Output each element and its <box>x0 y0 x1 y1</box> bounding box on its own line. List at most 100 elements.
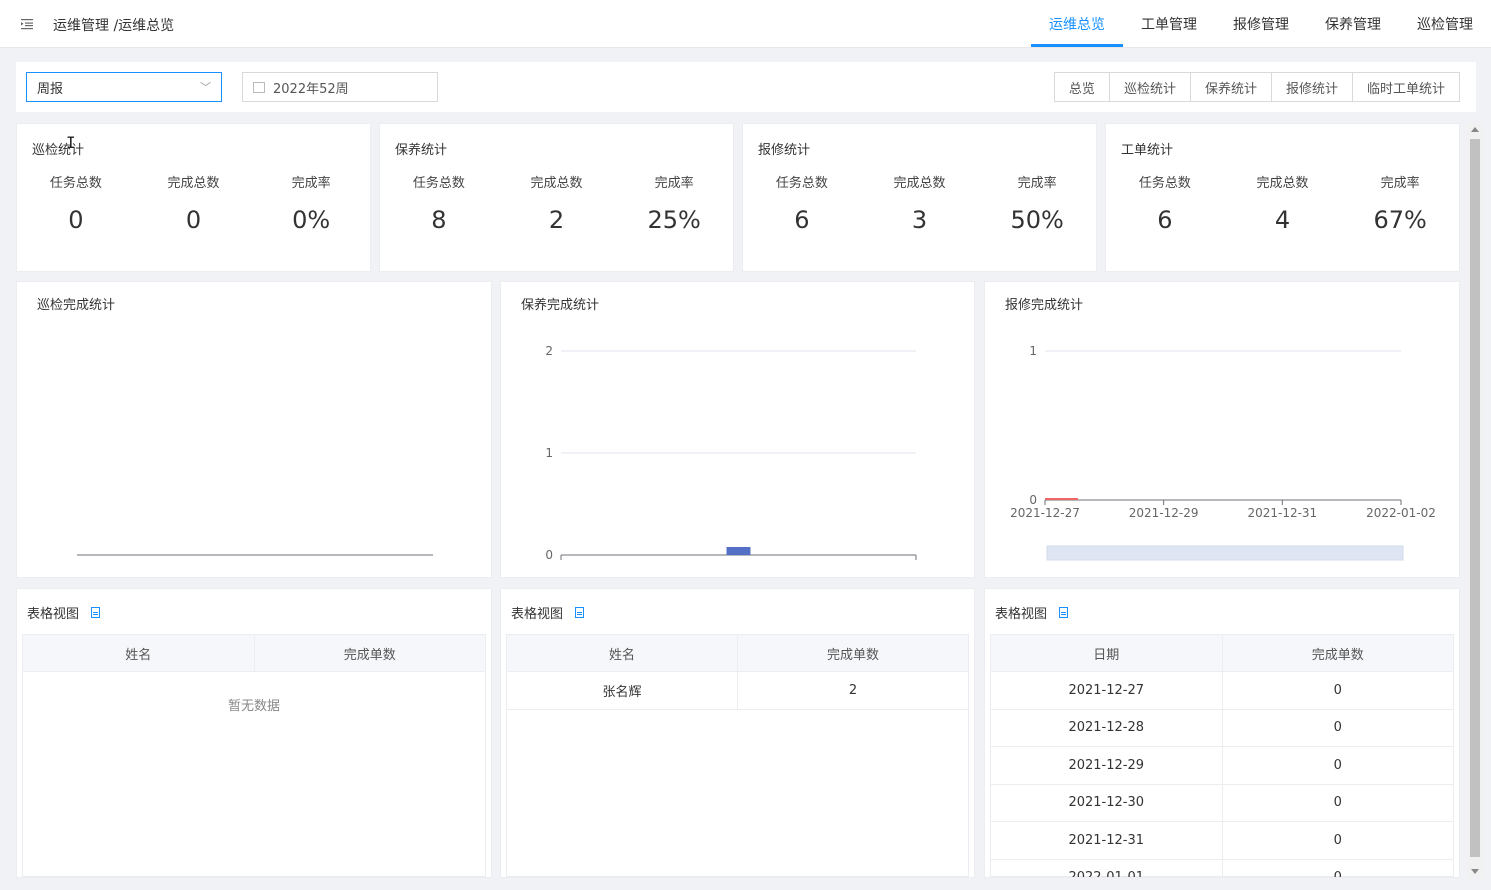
table-row[interactable]: 张名辉 2 <box>507 672 968 710</box>
empty-state: 暂无数据 <box>227 699 280 714</box>
stat-value: 0 <box>185 206 202 234</box>
table-cell: 2021-12-31 <box>991 822 1223 859</box>
table-cell: 0 <box>1333 757 1342 773</box>
period-select-value: 周报 <box>37 81 64 97</box>
table-cell: 张名辉 <box>507 672 738 709</box>
column-header[interactable]: 完成单数 <box>255 635 486 671</box>
tab-repair-stats[interactable]: 报修统计 <box>1271 73 1353 101</box>
stat-value: 8 <box>431 206 447 234</box>
table-cell: 0 <box>1333 795 1342 811</box>
nav-maintenance[interactable]: 保养管理 <box>1307 0 1399 47</box>
tab-maintenance-stats[interactable]: 保养统计 <box>1190 73 1272 101</box>
stat-value: 25% <box>647 206 701 234</box>
calendar-icon <box>253 81 265 93</box>
top-header: 运维管理 /运维总览 运维总览 工单管理 报修管理 保养管理 巡检管理 <box>0 0 1491 48</box>
column-header[interactable]: 完成单数 <box>738 635 968 671</box>
y-tick-label: 0 <box>545 548 553 562</box>
vertical-scrollbar[interactable] <box>1467 123 1483 878</box>
stat-card-maintenance: 保养统计 任务总数 8 完成总数 2 完成率 25% <box>379 123 734 272</box>
scroll-up-icon[interactable] <box>1471 127 1479 132</box>
column-header[interactable]: 日期 <box>991 635 1223 671</box>
column-header[interactable]: 姓名 <box>23 635 255 671</box>
table-cell: 2021-12-30 <box>991 784 1223 821</box>
stat-label: 任务总数 <box>1138 176 1191 191</box>
inspection-chart <box>77 554 433 556</box>
table-view-label: 表格视图 <box>995 607 1048 622</box>
repair-table: 日期 完成单数 2021-12-27 0 2021-12-28 0 2021-12-… <box>990 634 1454 877</box>
stat-title: 报修统计 <box>758 143 811 158</box>
stat-label: 完成率 <box>291 176 331 191</box>
export-doc-icon[interactable] <box>1059 607 1069 618</box>
breadcrumb: 运维管理 /运维总览 <box>53 18 175 34</box>
table-card-inspection: 表格视图 姓名 完成单数 暂无数据 <box>16 588 492 878</box>
table-cell: 2 <box>848 682 858 698</box>
stat-value: 2 <box>548 206 565 234</box>
stat-label: 任务总数 <box>412 176 465 191</box>
table-cell: 2021-12-27 <box>991 672 1223 709</box>
stat-value: 4 <box>1274 206 1291 234</box>
table-cell: 2022-01-01 <box>991 859 1223 877</box>
stat-card-work-orders: 工单统计 任务总数 6 完成总数 4 完成率 67% <box>1105 123 1460 272</box>
tab-overview[interactable]: 总览 <box>1054 73 1110 101</box>
chart-card-maintenance: 保养完成统计 012 <box>500 281 975 578</box>
table-card-repair: 表格视图 日期 完成单数 2021-12-27 0 2021-12-28 0 202… <box>984 588 1460 878</box>
stat-label: 完成率 <box>1017 176 1057 191</box>
table-row[interactable]: 2022-01-01 0 <box>991 859 1453 878</box>
period-select[interactable]: 周报 ﹀ <box>26 72 222 102</box>
table-cell: 0 <box>1333 832 1342 848</box>
scrollbar-thumb[interactable] <box>1470 139 1480 857</box>
stat-value: 3 <box>911 206 928 234</box>
inspection-table: 姓名 完成单数 暂无数据 <box>22 634 486 877</box>
x-tick-label: 2021-12-29 <box>1129 506 1199 520</box>
column-header[interactable]: 完成单数 <box>1223 635 1454 671</box>
table-cell: 0 <box>1333 682 1342 698</box>
table-row[interactable]: 2021-12-29 0 <box>991 747 1453 785</box>
stat-value: 67% <box>1373 206 1427 234</box>
y-tick-label: 1 <box>1029 344 1037 358</box>
nav-inspection[interactable]: 巡检管理 <box>1399 0 1491 47</box>
tab-inspection-stats[interactable]: 巡检统计 <box>1109 73 1191 101</box>
stat-value: 0 <box>68 206 84 234</box>
nav-repair[interactable]: 报修管理 <box>1215 0 1307 47</box>
x-tick-label: 2021-12-31 <box>1247 506 1317 520</box>
stat-label: 任务总数 <box>775 176 828 191</box>
nav-work-orders[interactable]: 工单管理 <box>1123 0 1215 47</box>
table-cell: 0 <box>1333 870 1342 878</box>
stat-value: 50% <box>1010 206 1064 234</box>
y-tick-label: 1 <box>545 446 553 460</box>
nav-overview[interactable]: 运维总览 <box>1031 0 1123 47</box>
stat-value: 6 <box>1157 206 1173 234</box>
stat-card-repair: 报修统计 任务总数 6 完成总数 3 完成率 50% <box>742 123 1097 272</box>
stat-value: 6 <box>794 206 810 234</box>
column-header[interactable]: 姓名 <box>507 635 738 671</box>
stat-label: 完成总数 <box>167 176 220 191</box>
y-tick-label: 2 <box>545 344 553 358</box>
scroll-down-icon[interactable] <box>1471 869 1479 874</box>
table-row[interactable]: 2021-12-30 0 <box>991 784 1453 822</box>
maintenance-chart: 0 1 2 <box>545 344 917 562</box>
bar <box>726 547 751 555</box>
export-doc-icon[interactable] <box>91 607 101 618</box>
export-doc-icon[interactable] <box>575 607 585 618</box>
table-row[interactable]: 2021-12-28 0 <box>991 709 1453 747</box>
stat-title: 巡检统计 <box>32 143 85 158</box>
repair-chart: 0 1 2021-12-27 2021-12-29 2021-12-31 2022-01-… <box>1010 344 1436 561</box>
stat-label: 完成率 <box>1380 176 1420 191</box>
table-cell: 0 <box>1333 720 1342 736</box>
maintenance-table: 姓名 完成单数 张名辉 2 <box>506 634 969 877</box>
x-tick-label: 2022-01-02 <box>1366 506 1436 520</box>
table-cell: 2021-12-28 <box>991 709 1223 746</box>
zoom-slider-selection <box>1047 546 1403 560</box>
week-picker[interactable]: 2022年52周 <box>242 72 438 102</box>
menu-toggle-icon[interactable] <box>19 16 35 32</box>
table-row[interactable]: 2021-12-31 0 <box>991 822 1453 860</box>
table-row[interactable]: 2021-12-27 0 <box>991 672 1453 710</box>
tab-temp-order-stats[interactable]: 临时工单统计 <box>1352 73 1459 101</box>
stat-label: 任务总数 <box>49 176 102 191</box>
stat-label: 完成总数 <box>530 176 583 191</box>
stat-label: 完成率 <box>654 176 694 191</box>
stat-type-tabs: 总览 巡检统计 保养统计 报修统计 临时工单统计 <box>1053 72 1460 102</box>
chart-card-inspection: 巡检完成统计 <box>16 281 492 578</box>
table-card-maintenance: 表格视图 姓名 完成单数 张名辉 2 <box>500 588 975 878</box>
stat-label: 完成总数 <box>1256 176 1309 191</box>
